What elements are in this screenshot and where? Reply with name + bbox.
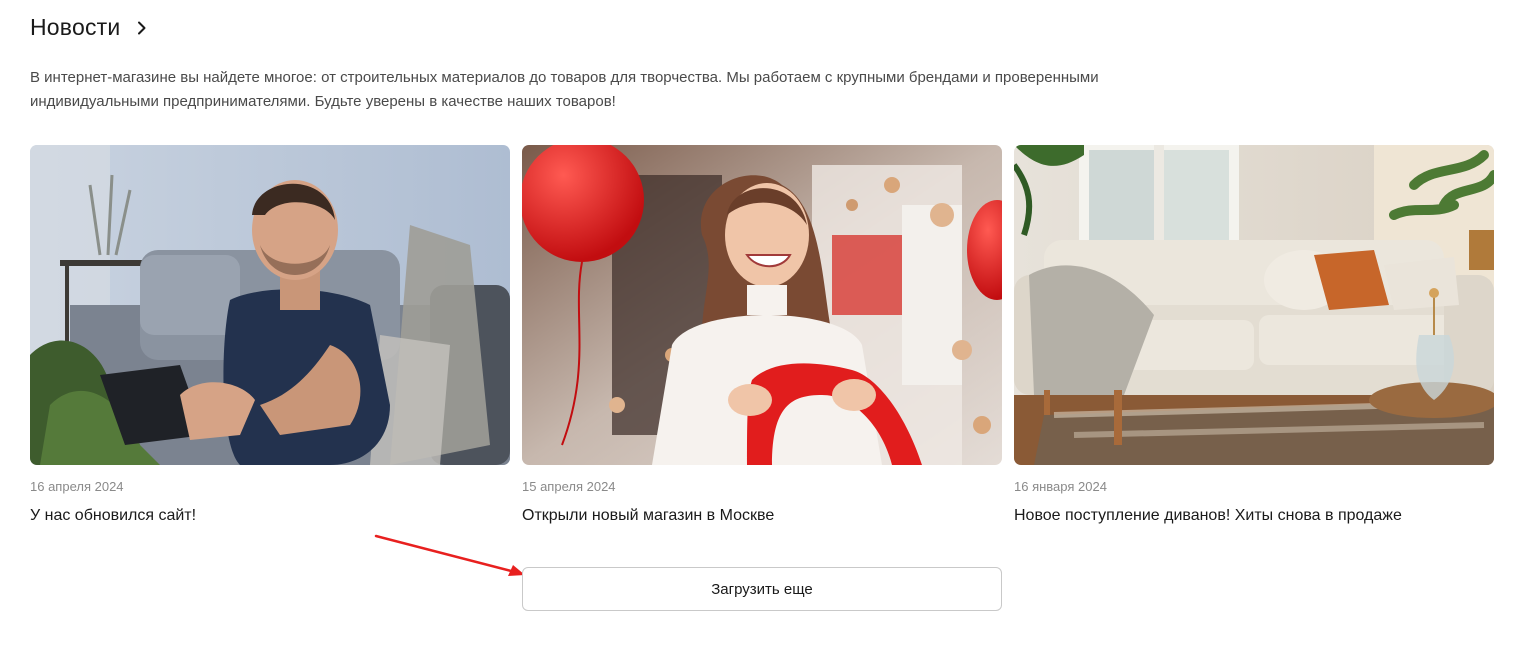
news-card[interactable]: 16 апреля 2024 У нас обновился сайт! [30,145,510,525]
news-card-date: 16 апреля 2024 [30,479,124,494]
news-card[interactable]: 15 апреля 2024 Открыли новый магазин в М… [522,145,1002,525]
news-title: Новости [30,14,121,40]
load-more-button[interactable]: Загрузить еще [522,567,1002,611]
red-arrow-icon [374,534,525,576]
news-card[interactable]: 16 января 2024 Новое поступление диванов… [1014,145,1494,525]
man-with-tablet-photo[interactable] [30,145,510,465]
news-intro: В интернет-магазине вы найдете многое: о… [30,69,1099,110]
news-title-link[interactable]: Новости [30,14,150,41]
chevron-right-icon [138,21,146,34]
news-section: Новости В интернет-магазине вы найдете м… [0,0,1525,656]
news-cards: 16 апреля 2024 У нас обновился сайт! 15 … [30,145,1494,525]
news-card-title[interactable]: Новое поступление диванов! Хиты снова в … [1014,507,1494,525]
news-card-title[interactable]: Открыли новый магазин в Москве [522,507,1002,525]
woman-red-ribbon-photo[interactable] [522,145,1002,465]
beige-sofa-photo[interactable] [1014,145,1494,465]
news-card-date: 15 апреля 2024 [522,479,616,494]
news-card-date: 16 января 2024 [1014,479,1107,494]
news-card-title[interactable]: У нас обновился сайт! [30,507,510,525]
